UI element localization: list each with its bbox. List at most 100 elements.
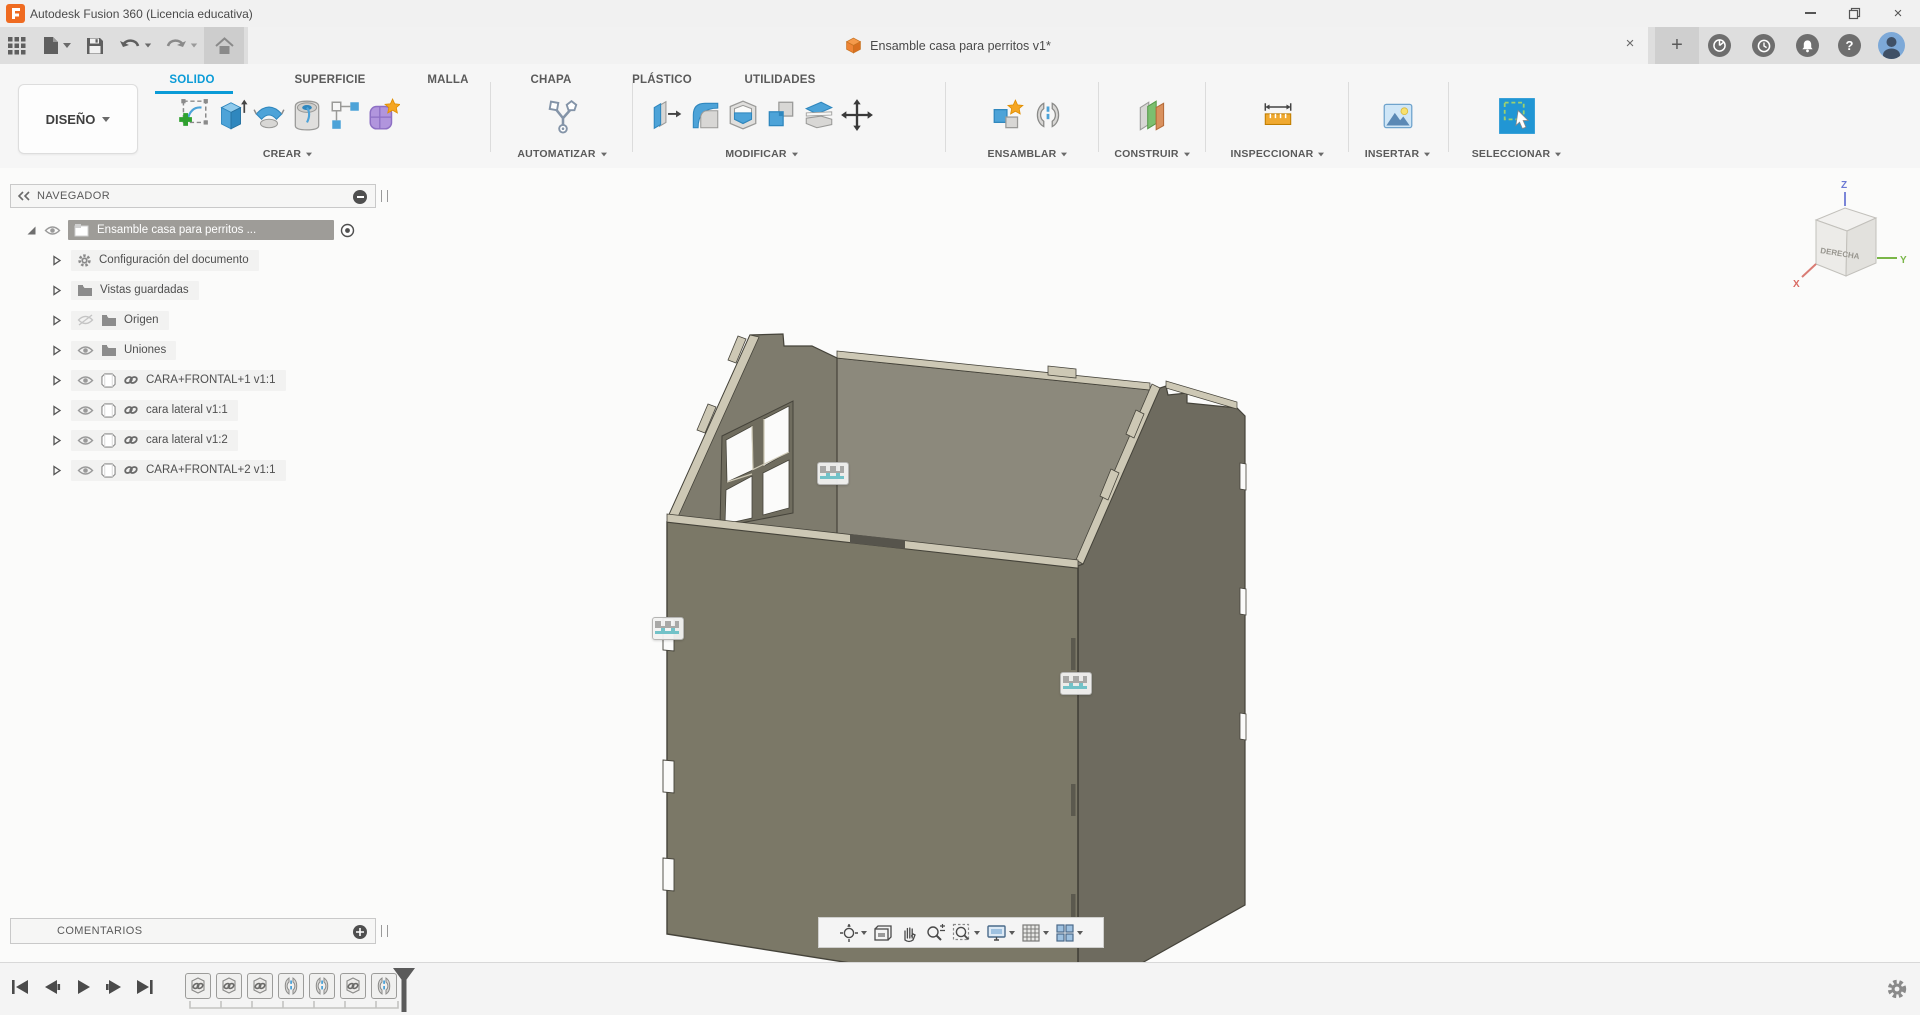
user-avatar[interactable]	[1878, 32, 1905, 59]
window-restore-button[interactable]	[1832, 0, 1876, 26]
visibility-eye-icon[interactable]	[77, 435, 94, 446]
timeline-play-button[interactable]	[72, 975, 96, 999]
timeline-item-linked-component[interactable]	[247, 973, 273, 999]
expander-collapsed-icon[interactable]	[52, 344, 62, 356]
notifications-bell-icon[interactable]	[1796, 34, 1819, 57]
collapse-panel-icon[interactable]	[17, 191, 31, 201]
grid-snap-button[interactable]	[1021, 923, 1049, 943]
group-label-inspeccionar[interactable]: INSPECCIONAR	[1231, 148, 1326, 160]
tree-row-component[interactable]: CARA+FRONTAL+1 v1:1	[10, 368, 286, 392]
timeline-item-joint[interactable]	[278, 973, 304, 999]
expander-collapsed-icon[interactable]	[52, 284, 62, 296]
new-document-tab-button[interactable]: +	[1655, 27, 1699, 64]
extensions-icon[interactable]	[1708, 34, 1731, 57]
tree-row-component[interactable]: CARA+FRONTAL+2 v1:1	[10, 458, 286, 482]
undo-button[interactable]	[112, 27, 158, 64]
panel-grip-handle[interactable]	[381, 190, 388, 202]
timeline-playhead[interactable]	[392, 967, 416, 1013]
app-grid-icon[interactable]	[0, 27, 34, 64]
group-label-construir[interactable]: CONSTRUIR	[1114, 148, 1190, 160]
joint-glyph-badge[interactable]	[652, 617, 684, 640]
joint-glyph-badge[interactable]	[1060, 672, 1092, 695]
expander-collapsed-icon[interactable]	[52, 464, 62, 476]
split-body-icon[interactable]	[802, 97, 836, 133]
navigator-panel-header[interactable]: NAVEGADOR	[10, 184, 376, 208]
tab-chapa[interactable]: CHAPA	[530, 74, 571, 86]
new-component-icon[interactable]	[990, 97, 1026, 135]
measure-icon[interactable]	[1260, 97, 1296, 135]
panel-grip-handle[interactable]	[381, 925, 388, 937]
redo-button[interactable]	[158, 27, 204, 64]
job-status-clock-icon[interactable]	[1752, 34, 1775, 57]
activate-component-radio-icon[interactable]	[340, 223, 355, 238]
expander-collapsed-icon[interactable]	[52, 434, 62, 446]
automate-icon[interactable]	[545, 97, 581, 135]
orbit-button[interactable]	[839, 923, 867, 943]
revolve-icon[interactable]	[252, 97, 286, 133]
tree-row-joints[interactable]: Uniones	[10, 338, 177, 362]
hole-icon[interactable]	[290, 97, 324, 133]
tree-row-root[interactable]: Ensamble casa para perritos ...	[10, 218, 355, 242]
expander-collapsed-icon[interactable]	[52, 404, 62, 416]
group-label-ensamblar[interactable]: ENSAMBLAR	[988, 148, 1069, 160]
viewport-canvas[interactable]: Z DERECHA Y X NAVEGADOR Ensamble casa pa…	[0, 168, 1920, 962]
comments-panel-header[interactable]: COMENTARIOS	[10, 918, 376, 944]
visibility-eye-icon[interactable]	[77, 345, 94, 356]
joint-glyph-badge[interactable]	[817, 462, 849, 485]
construction-plane-icon[interactable]	[1135, 97, 1171, 135]
help-icon[interactable]: ?	[1838, 34, 1861, 57]
move-icon[interactable]	[840, 97, 874, 133]
window-close-button[interactable]: ×	[1876, 0, 1920, 26]
insert-image-icon[interactable]	[1380, 97, 1416, 135]
expander-collapsed-icon[interactable]	[52, 374, 62, 386]
timeline-item-joint[interactable]	[309, 973, 335, 999]
fit-button[interactable]	[952, 923, 980, 943]
visibility-eye-icon[interactable]	[77, 375, 94, 386]
timeline-item-linked-component[interactable]	[216, 973, 242, 999]
window-minimize-button[interactable]	[1788, 0, 1832, 26]
group-label-seleccionar[interactable]: SELECCIONAR	[1472, 148, 1563, 160]
tree-row-saved-views[interactable]: Vistas guardadas	[10, 278, 199, 302]
tab-malla[interactable]: MALLA	[427, 74, 468, 86]
pattern-icon[interactable]	[328, 97, 362, 133]
save-button[interactable]	[78, 27, 112, 64]
joint-icon[interactable]	[1030, 97, 1066, 135]
timeline-go-to-end-button[interactable]	[133, 975, 157, 999]
expander-expanded-icon[interactable]	[26, 225, 37, 236]
expander-collapsed-icon[interactable]	[52, 314, 62, 326]
look-at-button[interactable]	[873, 923, 893, 943]
expander-collapsed-icon[interactable]	[52, 254, 62, 266]
collapse-circle-icon[interactable]	[353, 190, 367, 204]
combine-icon[interactable]	[764, 97, 798, 133]
timeline-item-linked-component[interactable]	[340, 973, 366, 999]
viewcube[interactable]: Z DERECHA Y X	[1780, 176, 1915, 301]
select-icon[interactable]	[1498, 97, 1536, 135]
add-comment-icon[interactable]	[353, 925, 367, 939]
display-settings-button[interactable]	[986, 923, 1015, 943]
file-menu-button[interactable]	[34, 27, 78, 64]
viewports-button[interactable]	[1055, 923, 1083, 943]
shell-icon[interactable]	[726, 97, 760, 133]
visibility-eye-icon[interactable]	[44, 225, 61, 236]
create-sketch-icon[interactable]	[176, 97, 210, 133]
visibility-off-eye-icon[interactable]	[77, 314, 94, 326]
timeline-step-back-button[interactable]	[40, 975, 64, 999]
tree-row-component[interactable]: cara lateral v1:2	[10, 428, 238, 452]
fillet-icon[interactable]	[688, 97, 722, 133]
timeline-go-to-start-button[interactable]	[8, 975, 32, 999]
workspace-selector[interactable]: DISEÑO	[18, 84, 138, 154]
preferences-gear-icon[interactable]	[1886, 978, 1908, 1000]
group-label-automatizar[interactable]: AUTOMATIZAR	[517, 148, 607, 160]
form-icon[interactable]	[366, 97, 400, 133]
zoom-button[interactable]	[925, 923, 946, 943]
group-label-crear[interactable]: CREAR	[263, 148, 313, 160]
extrude-icon[interactable]	[214, 97, 248, 133]
tree-row-component[interactable]: cara lateral v1:1	[10, 398, 238, 422]
timeline-item-linked-component[interactable]	[185, 973, 211, 999]
doghouse-assembly-model[interactable]	[0, 168, 1920, 962]
group-label-modificar[interactable]: MODIFICAR	[725, 148, 798, 160]
visibility-eye-icon[interactable]	[77, 465, 94, 476]
group-label-insertar[interactable]: INSERTAR	[1365, 148, 1432, 160]
press-pull-icon[interactable]	[650, 97, 684, 133]
pan-button[interactable]	[899, 923, 919, 943]
